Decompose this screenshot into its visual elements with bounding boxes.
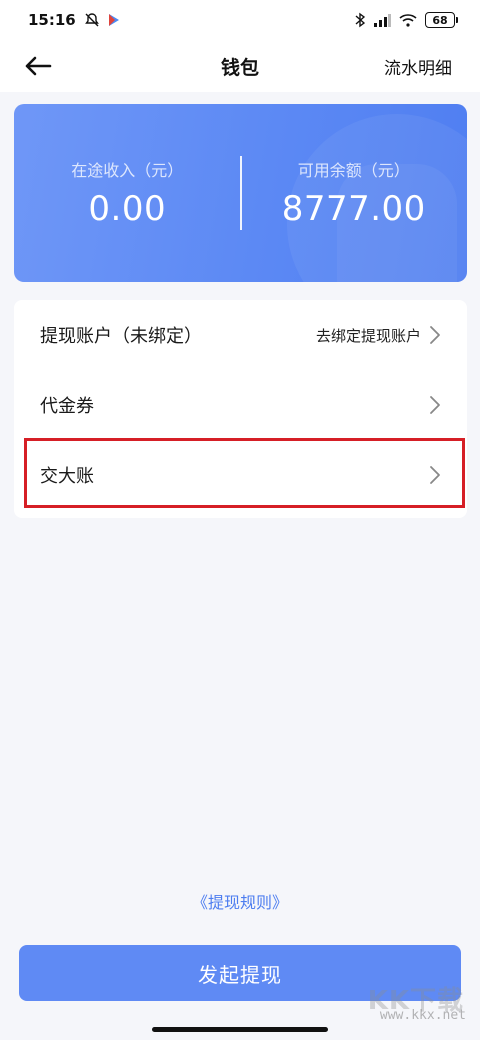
pending-income-value: 0.00: [88, 189, 167, 229]
wallet-screen: 15:16 68 钱包 流水明细 在途收入（元） 0.00 可用余额（元） 87…: [0, 0, 480, 1040]
available-balance-label: 可用余额（元）: [297, 161, 410, 180]
status-time: 15:16: [28, 11, 76, 29]
play-store-icon: [108, 13, 120, 27]
battery-icon: 68: [425, 12, 458, 28]
chevron-right-icon: [429, 465, 441, 485]
pending-income: 在途收入（元） 0.00: [14, 157, 241, 229]
signal-icon: [373, 13, 391, 27]
bluetooth-icon: [355, 12, 365, 28]
menu-item-label: 交大账: [40, 466, 94, 487]
watermark-url: www.kkx.net: [379, 1008, 466, 1023]
pending-income-label: 在途收入（元）: [71, 161, 184, 180]
header: 钱包 流水明细: [0, 40, 480, 92]
available-balance-value: 8777.00: [281, 189, 426, 229]
back-button[interactable]: [24, 50, 56, 82]
home-indicator[interactable]: [152, 1027, 328, 1032]
status-bar: 15:16 68: [0, 0, 480, 40]
menu-item-label: 代金券: [40, 396, 94, 417]
battery-level: 68: [425, 12, 455, 28]
wallet-menu: 提现账户（未绑定） 去绑定提现账户 代金券 交大账: [14, 300, 467, 518]
menu-item-big-account[interactable]: 交大账: [14, 442, 467, 508]
menu-item-vouchers[interactable]: 代金券: [14, 372, 467, 438]
back-arrow-icon: [25, 56, 52, 76]
chevron-right-icon: [429, 395, 441, 415]
bind-account-link[interactable]: 去绑定提现账户: [316, 325, 421, 346]
wifi-icon: [399, 13, 417, 27]
balance-card: 在途收入（元） 0.00 可用余额（元） 8777.00: [14, 104, 467, 282]
mute-bell-icon: [84, 12, 100, 28]
menu-item-label: 提现账户（未绑定）: [40, 326, 202, 347]
menu-item-withdraw-account[interactable]: 提现账户（未绑定） 去绑定提现账户: [14, 302, 467, 368]
status-right: 68: [355, 12, 458, 28]
withdraw-rules-link[interactable]: 《提现规则》: [0, 889, 480, 913]
status-left: 15:16: [28, 11, 120, 29]
available-balance: 可用余额（元） 8777.00: [241, 157, 468, 229]
chevron-right-icon: [429, 325, 441, 345]
transaction-details-link[interactable]: 流水明细: [384, 54, 452, 79]
